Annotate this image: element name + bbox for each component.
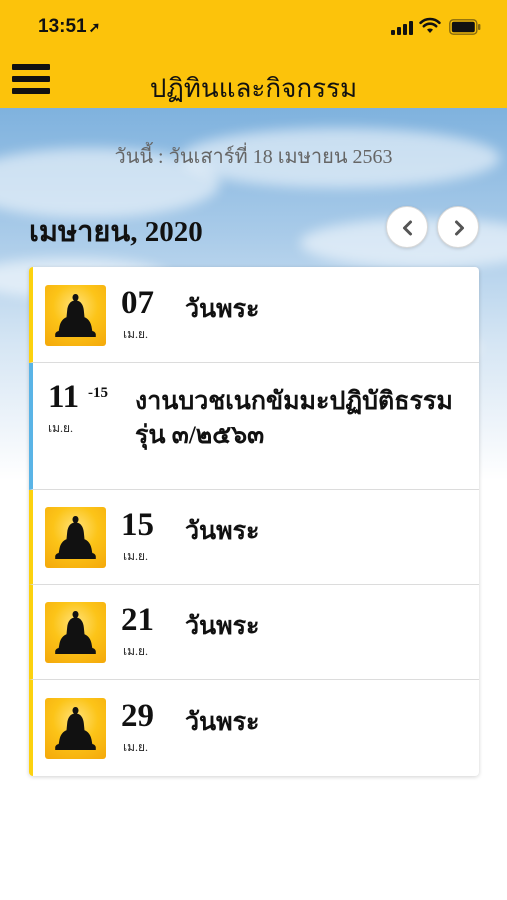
location-arrow-icon: ➚: [88, 19, 101, 35]
previous-month-button[interactable]: [386, 206, 428, 248]
chevron-left-icon: [403, 220, 412, 236]
battery-icon: [449, 19, 481, 35]
buddha-icon: [45, 602, 106, 663]
clock-label: 13:51: [38, 16, 87, 37]
event-title: วันพระ: [185, 613, 260, 640]
buddha-icon: [45, 698, 106, 759]
event-month: เม.ย.: [123, 549, 149, 563]
today-date-label: วันนี้ : วันเสาร์ที่ 18 เมษายน 2563: [114, 146, 393, 168]
page-title: ปฏิทินและกิจกรรม: [149, 74, 358, 103]
event-title: งานบวชเนกขัมมะปฏิบัติธรรม รุ่น ๓/๒๕๖๓: [135, 388, 453, 449]
month-label: เมษายน, 2020: [29, 216, 203, 248]
status-time: 13:51 ➚: [38, 16, 100, 38]
event-list: 07 เม.ย. วันพระ 11 -15 เม.ย. งานบวชเนกขั…: [29, 267, 479, 776]
cellular-signal-icon: [391, 21, 413, 35]
event-day: 29: [121, 698, 154, 734]
event-day: 15: [121, 507, 154, 543]
app-header: 13:51 ➚ ปฏิทินและกิจกรรม: [0, 0, 507, 108]
chevron-right-icon: [455, 220, 464, 236]
event-title: วันพระ: [185, 296, 260, 323]
event-day: 07: [121, 285, 154, 321]
event-row[interactable]: 29 เม.ย. วันพระ: [29, 680, 479, 776]
status-bar: 13:51 ➚: [0, 0, 507, 50]
event-day: 11: [48, 379, 80, 415]
event-title: วันพระ: [185, 518, 260, 545]
next-month-button[interactable]: [437, 206, 479, 248]
event-row[interactable]: 07 เม.ย. วันพระ: [29, 267, 479, 363]
event-month: เม.ย.: [123, 740, 149, 754]
event-row[interactable]: 21 เม.ย. วันพระ: [29, 585, 479, 680]
event-row[interactable]: 15 เม.ย. วันพระ: [29, 490, 479, 585]
event-month: เม.ย.: [123, 327, 149, 341]
event-day: 21: [121, 602, 154, 638]
wifi-icon: [419, 17, 441, 33]
event-month: เม.ย.: [123, 644, 149, 658]
event-month: เม.ย.: [48, 421, 74, 435]
event-day-range-end: -15: [88, 385, 108, 401]
buddha-icon: [45, 285, 106, 346]
event-row[interactable]: 11 -15 เม.ย. งานบวชเนกขัมมะปฏิบัติธรรม ร…: [29, 363, 479, 490]
buddha-icon: [45, 507, 106, 568]
event-title: วันพระ: [185, 709, 260, 736]
